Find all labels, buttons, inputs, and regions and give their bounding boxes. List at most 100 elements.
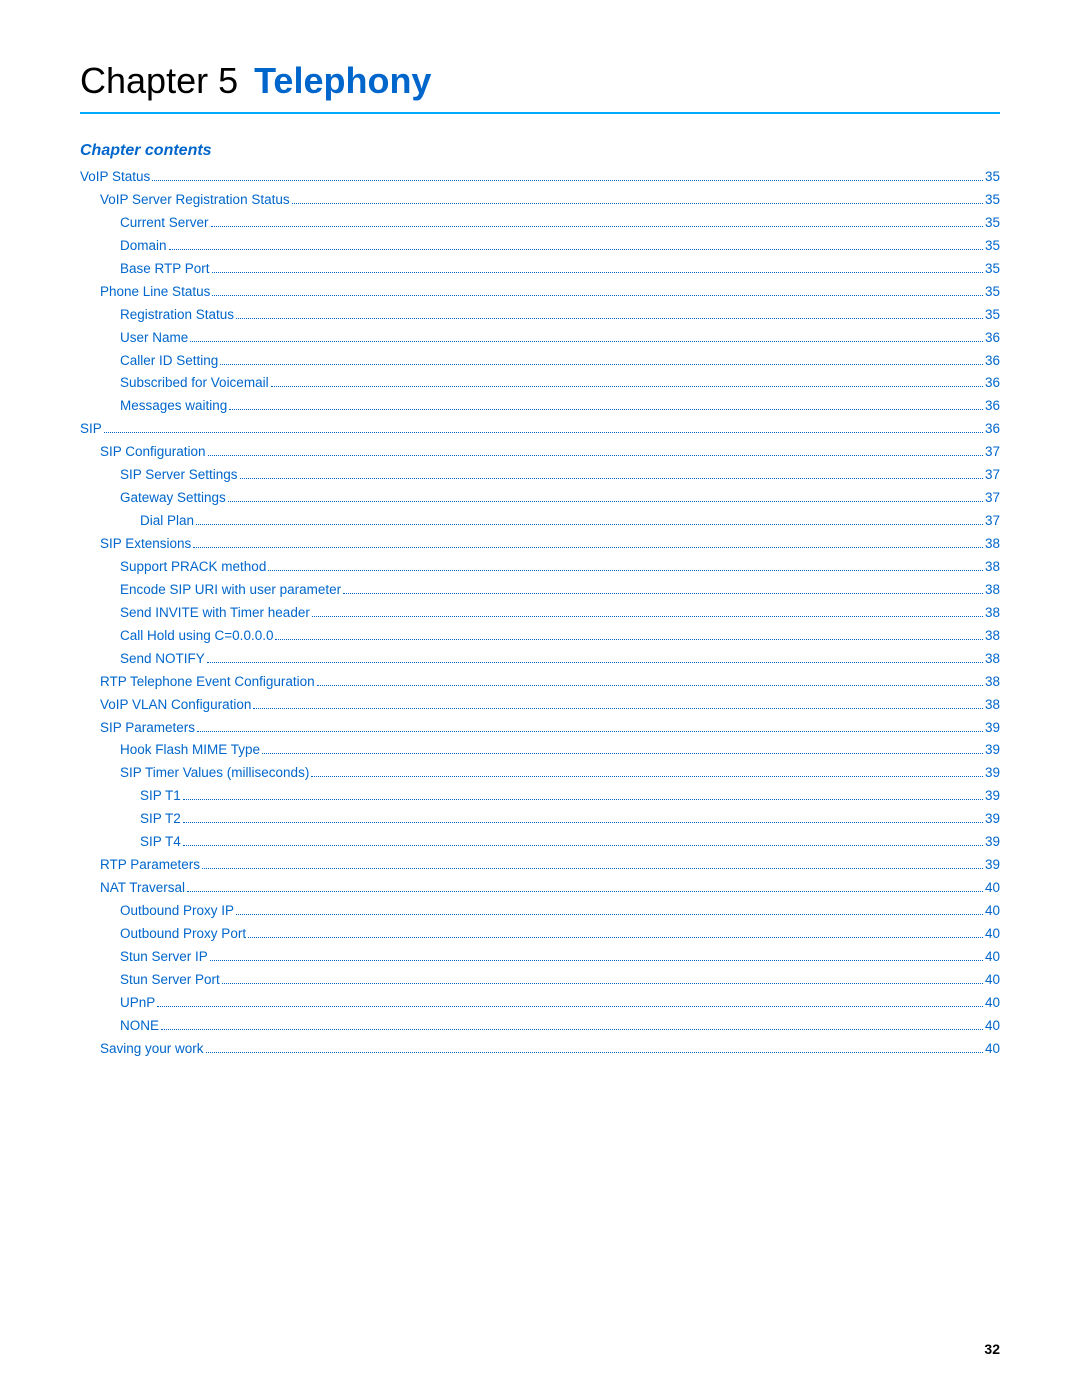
toc-page-number: 39 — [985, 739, 1000, 762]
toc-page-number: 35 — [985, 166, 1000, 189]
toc-entry: SIP Extensions38 — [80, 533, 1000, 556]
toc-entry: NAT Traversal 40 — [80, 877, 1000, 900]
toc-dots — [157, 1006, 983, 1007]
toc-entry-text: Saving your work — [100, 1038, 204, 1061]
toc-dots — [236, 318, 983, 319]
toc-entry: SIP T1 39 — [80, 785, 1000, 808]
toc-dots — [190, 341, 983, 342]
toc-entry-text: Caller ID Setting — [120, 350, 218, 373]
toc-entry: Domain35 — [80, 235, 1000, 258]
toc-dots — [207, 662, 983, 663]
toc-entry: Outbound Proxy IP40 — [80, 900, 1000, 923]
chapter-header: Chapter 5 Telephony — [80, 60, 1000, 114]
toc-entry: Support PRACK method 38 — [80, 556, 1000, 579]
toc-dots — [169, 249, 983, 250]
toc-dots — [197, 731, 983, 732]
toc-dots — [311, 776, 983, 777]
toc-entry-text: Base RTP Port — [120, 258, 210, 281]
toc-entry: Phone Line Status 35 — [80, 281, 1000, 304]
toc-entry-text: SIP T4 — [140, 831, 181, 854]
toc-entry-text: Messages waiting — [120, 395, 227, 418]
toc-dots — [317, 685, 983, 686]
toc-entry-text: RTP Telephone Event Configuration — [100, 671, 315, 694]
toc-page-number: 36 — [985, 350, 1000, 373]
toc-entry-text: Call Hold using C=0.0.0.0 — [120, 625, 273, 648]
toc-page-number: 38 — [985, 694, 1000, 717]
toc-entry-text: Subscribed for Voicemail — [120, 372, 269, 395]
toc-entry-text: NAT Traversal — [100, 877, 185, 900]
toc-dots — [220, 364, 983, 365]
toc-entry-text: VoIP VLAN Configuration — [100, 694, 251, 717]
toc-page-number: 39 — [985, 762, 1000, 785]
toc-entry: Call Hold using C=0.0.0.038 — [80, 625, 1000, 648]
toc-entry-text: SIP Parameters — [100, 717, 195, 740]
toc-entry: SIP36 — [80, 418, 1000, 441]
toc-dots — [183, 822, 983, 823]
toc-page-number: 38 — [985, 671, 1000, 694]
toc-entry: UPnP 40 — [80, 992, 1000, 1015]
toc-dots — [222, 983, 983, 984]
toc-dots — [202, 868, 983, 869]
chapter-title: Telephony — [254, 60, 431, 102]
toc-entry: Registration Status 35 — [80, 304, 1000, 327]
toc-dots — [312, 616, 983, 617]
toc-dots — [268, 570, 983, 571]
toc-page-number: 37 — [985, 441, 1000, 464]
toc-entry-text: SIP T1 — [140, 785, 181, 808]
toc-dots — [206, 1052, 983, 1053]
toc-entry: VoIP Status 35 — [80, 166, 1000, 189]
toc-page-number: 35 — [985, 281, 1000, 304]
toc-dots — [196, 524, 983, 525]
toc-dots — [161, 1029, 983, 1030]
toc-entry-text: UPnP — [120, 992, 155, 1015]
toc-entry-text: SIP Timer Values (milliseconds) — [120, 762, 309, 785]
toc-entry: Gateway Settings37 — [80, 487, 1000, 510]
toc-page-number: 39 — [985, 785, 1000, 808]
toc-entry-text: Gateway Settings — [120, 487, 226, 510]
toc-entry: SIP T4 39 — [80, 831, 1000, 854]
toc-entry-text: Stun Server IP — [120, 946, 208, 969]
table-of-contents: VoIP Status35VoIP Server Registration St… — [80, 166, 1000, 1061]
toc-page-number: 39 — [985, 831, 1000, 854]
toc-dots — [240, 478, 983, 479]
toc-page-number: 38 — [985, 533, 1000, 556]
toc-dots — [343, 593, 983, 594]
toc-entry: Stun Server IP40 — [80, 946, 1000, 969]
toc-entry-text: Domain — [120, 235, 167, 258]
toc-page-number: 37 — [985, 464, 1000, 487]
toc-entry: NONE40 — [80, 1015, 1000, 1038]
toc-entry: Saving your work40 — [80, 1038, 1000, 1061]
toc-dots — [152, 180, 983, 181]
toc-page-number: 40 — [985, 992, 1000, 1015]
toc-entry: Caller ID Setting 36 — [80, 350, 1000, 373]
toc-entry-text: NONE — [120, 1015, 159, 1038]
toc-dots — [183, 845, 983, 846]
toc-dots — [292, 203, 983, 204]
toc-dots — [271, 386, 983, 387]
toc-dots — [208, 455, 983, 456]
toc-page-number: 38 — [985, 648, 1000, 671]
toc-dots — [210, 960, 983, 961]
toc-entry: Stun Server Port40 — [80, 969, 1000, 992]
toc-page-number: 35 — [985, 189, 1000, 212]
toc-dots — [248, 937, 983, 938]
toc-entry: VoIP VLAN Configuration 38 — [80, 694, 1000, 717]
page-number: 32 — [984, 1341, 1000, 1357]
toc-entry-text: RTP Parameters — [100, 854, 200, 877]
toc-page-number: 38 — [985, 579, 1000, 602]
toc-entry: SIP Configuration37 — [80, 441, 1000, 464]
toc-entry-text: Support PRACK method — [120, 556, 266, 579]
toc-page-number: 40 — [985, 877, 1000, 900]
toc-entry-text: Encode SIP URI with user parameter — [120, 579, 341, 602]
toc-page-number: 38 — [985, 556, 1000, 579]
toc-entry-text: Send NOTIFY — [120, 648, 205, 671]
toc-entry-text: Registration Status — [120, 304, 234, 327]
toc-dots — [187, 891, 983, 892]
toc-page-number: 35 — [985, 304, 1000, 327]
toc-entry-text: Send INVITE with Timer header — [120, 602, 310, 625]
chapter-contents-title: Chapter contents — [80, 142, 1000, 160]
toc-entry-text: Phone Line Status — [100, 281, 210, 304]
toc-entry-text: VoIP Status — [80, 166, 150, 189]
toc-entry-text: SIP T2 — [140, 808, 181, 831]
toc-entry: Send NOTIFY 38 — [80, 648, 1000, 671]
